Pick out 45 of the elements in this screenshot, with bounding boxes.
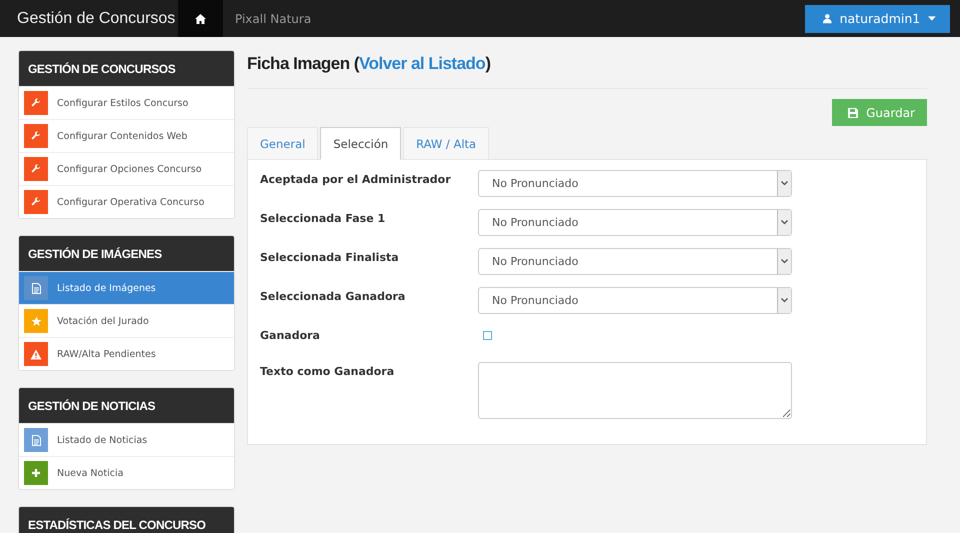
chevron-icon [781,259,788,264]
field-label: Seleccionada Fase 1 [260,211,386,227]
home-icon [195,14,206,24]
home-link[interactable] [178,0,223,37]
panel-header: ESTADÍSTICAS DEL CONCURSO [19,507,234,533]
brand-title[interactable]: Gestión de Concursos [0,10,178,28]
plus-icon [31,468,41,478]
field-label: Texto como Ganadora [260,364,396,380]
text-area[interactable] [478,362,792,419]
floppy-icon [848,108,858,118]
document-icon [32,282,40,294]
checkbox[interactable] [483,331,492,340]
tab[interactable]: Selección [320,127,402,160]
page-title: Ficha Imagen (Volver al Listado) [247,54,927,89]
wrench-icon [31,164,41,174]
sidebar-item[interactable]: RAW/Alta Pendientes [19,337,234,370]
wrench-icon [31,131,41,141]
field-label: Seleccionada Finalista [260,250,400,266]
user-icon [823,13,832,24]
select-field[interactable]: No Pronunciado [478,170,792,197]
warning-icon [30,348,42,360]
wrench-icon [31,98,41,108]
select-field[interactable]: No Pronunciado [478,209,792,236]
select-field[interactable]: No Pronunciado [478,248,792,275]
select-field[interactable]: No Pronunciado [478,287,792,314]
tab[interactable]: General [247,127,318,160]
field-label: Aceptada por el Administrador [260,172,452,188]
chevron-icon [781,220,788,225]
field-label: Ganadora [260,328,321,344]
field-label: Seleccionada Ganadora [260,289,406,305]
site-link[interactable]: Pixall Natura [235,12,805,26]
star-icon [30,316,42,326]
sidebar-item[interactable]: Configurar Operativa Concurso [19,185,234,218]
document-icon [32,434,40,446]
chevron-icon [781,298,788,303]
user-menu-button[interactable]: naturadmin1 [805,4,950,32]
panel-header: GESTIÓN DE NOTICIAS [19,388,234,423]
sidebar-item[interactable]: Listado de Imágenes [19,271,234,304]
sidebar-item[interactable]: Nueva Noticia [19,456,234,489]
tab[interactable]: RAW / Alta [403,127,490,160]
wrench-icon [31,197,41,207]
panel-header: GESTIÓN DE IMÁGENES [19,236,234,271]
panel-header: GESTIÓN DE CONCURSOS [19,51,234,86]
caret-icon [928,16,936,21]
chevron-icon [781,181,788,186]
